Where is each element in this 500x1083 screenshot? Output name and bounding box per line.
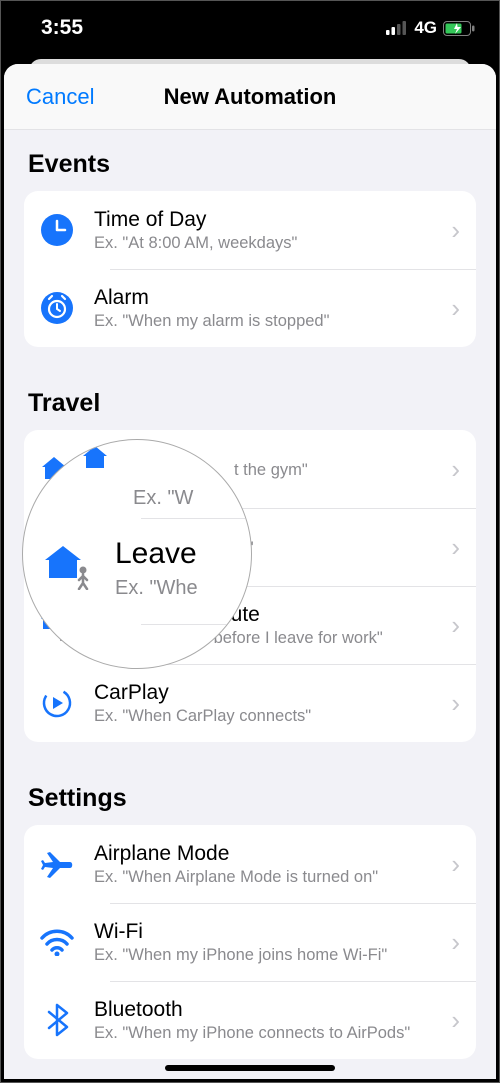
modal-sheet: Cancel New Automation Events Time of Day… — [4, 64, 496, 1079]
row-time-of-day[interactable]: Time of Day Ex. "At 8:00 AM, weekdays" › — [24, 191, 476, 269]
chevron-right-icon: › — [445, 688, 460, 719]
chevron-right-icon: › — [445, 1005, 460, 1036]
row-sub-frag: rk" — [234, 539, 445, 558]
row-sub-frag: t the gym" — [234, 461, 445, 480]
row-sub: Ex. "When my alarm is stopped" — [94, 312, 445, 331]
network-label: 4G — [414, 18, 437, 38]
arrive-icon-mag — [81, 442, 115, 472]
cancel-button[interactable]: Cancel — [26, 84, 94, 110]
row-title: Alarm — [94, 286, 445, 310]
signal-icon — [386, 21, 408, 35]
magnifier-overlay: Ex. "W Leave Ex. "Whe — [22, 439, 252, 669]
row-title: Airplane Mode — [94, 842, 445, 866]
row-sub: Ex. "At 8:00 AM, weekdays" — [94, 234, 445, 253]
carplay-icon — [41, 687, 73, 719]
row-sub: Ex. "When my iPhone joins home Wi-Fi" — [94, 946, 445, 965]
battery-icon — [443, 21, 475, 36]
status-time: 3:55 — [41, 16, 83, 40]
section-header-events: Events — [4, 130, 496, 191]
chevron-right-icon: › — [445, 215, 460, 246]
page-title: New Automation — [164, 84, 337, 110]
status-right: 4G — [386, 18, 475, 38]
settings-card: Airplane Mode Ex. "When Airplane Mode is… — [24, 825, 476, 1059]
alarm-icon — [41, 292, 73, 324]
row-title: Time of Day — [94, 208, 445, 232]
home-indicator[interactable] — [165, 1065, 335, 1071]
row-title: Bluetooth — [94, 998, 445, 1022]
chevron-right-icon: › — [445, 454, 460, 485]
row-sub: Ex. "When CarPlay connects" — [94, 707, 445, 726]
events-card: Time of Day Ex. "At 8:00 AM, weekdays" ›… — [24, 191, 476, 347]
wifi-icon — [40, 928, 74, 956]
bluetooth-icon — [45, 1003, 69, 1037]
mag-sub-frag: Ex. "Whe — [115, 577, 198, 600]
mag-title: Leave — [115, 537, 198, 571]
airplane-icon — [40, 848, 74, 880]
clock-icon — [41, 214, 73, 246]
row-carplay[interactable]: CarPlay Ex. "When CarPlay connects" › — [24, 664, 476, 742]
nav-bar: Cancel New Automation — [4, 64, 496, 130]
row-title: CarPlay — [94, 681, 445, 705]
row-bluetooth[interactable]: Bluetooth Ex. "When my iPhone connects t… — [24, 981, 476, 1059]
row-sub: Ex. "When Airplane Mode is turned on" — [94, 868, 445, 887]
chevron-right-icon: › — [445, 927, 460, 958]
chevron-right-icon: › — [445, 293, 460, 324]
leave-icon — [43, 542, 97, 590]
section-header-settings: Settings — [4, 742, 496, 825]
section-header-travel: Travel — [4, 347, 496, 430]
chevron-right-icon: › — [445, 532, 460, 563]
row-title: Wi-Fi — [94, 920, 445, 944]
row-wifi[interactable]: Wi-Fi Ex. "When my iPhone joins home Wi-… — [24, 903, 476, 981]
row-alarm[interactable]: Alarm Ex. "When my alarm is stopped" › — [24, 269, 476, 347]
row-airplane-mode[interactable]: Airplane Mode Ex. "When Airplane Mode is… — [24, 825, 476, 903]
status-bar: 3:55 4G — [1, 1, 499, 55]
chevron-right-icon: › — [445, 849, 460, 880]
chevron-right-icon: › — [445, 610, 460, 641]
row-sub: Ex. "When my iPhone connects to AirPods" — [94, 1024, 445, 1043]
